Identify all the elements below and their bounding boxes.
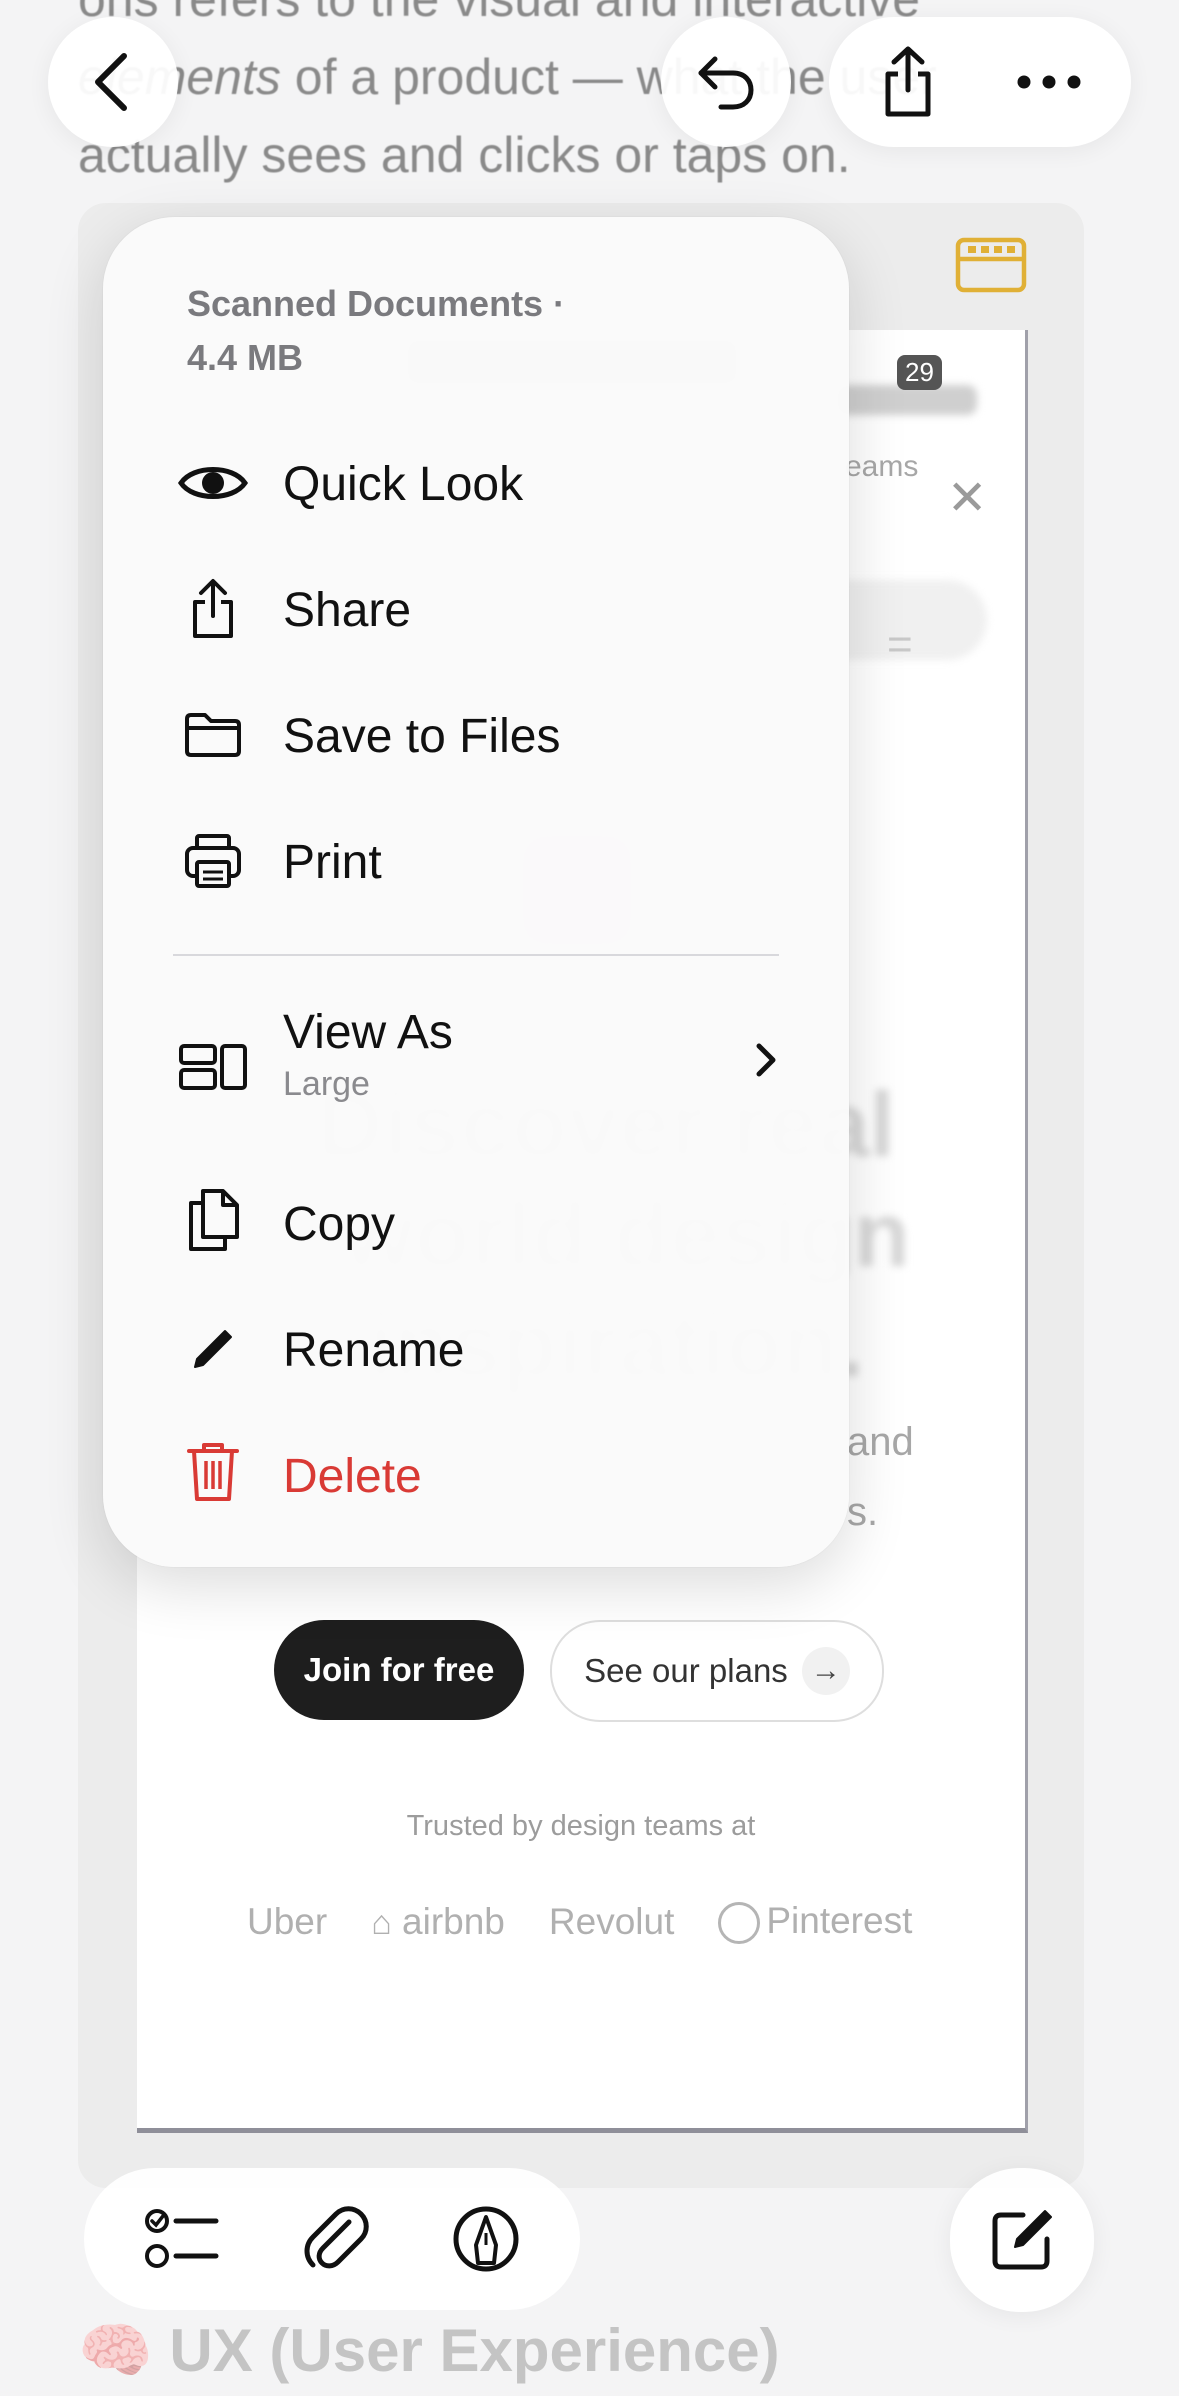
eye-icon bbox=[173, 443, 253, 523]
markup-button[interactable] bbox=[452, 2205, 520, 2273]
menu-item-quick-look[interactable]: Quick Look bbox=[103, 428, 849, 538]
arrow-right-icon: → bbox=[801, 1647, 850, 1695]
menu-header-title: Scanned Documents · bbox=[187, 283, 566, 324]
menu-label-print: Print bbox=[283, 836, 382, 889]
markup-pen-icon bbox=[453, 2206, 519, 2272]
bottom-toolbar bbox=[84, 2168, 580, 2310]
scan-plans-button: See our plans → bbox=[550, 1620, 884, 1722]
menu-item-save-to-files[interactable]: Save to Files bbox=[103, 680, 849, 790]
trash-icon bbox=[173, 1432, 253, 1512]
brain-emoji: 🧠 bbox=[78, 2317, 153, 2384]
chevron-right-icon bbox=[756, 1043, 776, 1077]
pencil-icon bbox=[173, 1309, 253, 1389]
scan-trusted-text: Trusted by design teams at bbox=[406, 1810, 756, 1842]
menu-sublabel-view-as: Large bbox=[283, 1065, 370, 1103]
more-button[interactable] bbox=[1014, 72, 1084, 92]
menu-header: Scanned Documents · 4.4 MB bbox=[187, 277, 565, 385]
chevron-left-icon bbox=[95, 53, 127, 111]
gallery-view-icon[interactable] bbox=[955, 237, 1027, 293]
scan-battery: 29 bbox=[897, 355, 942, 390]
scan-join-button: Join for free bbox=[274, 1620, 524, 1720]
next-section-heading: 🧠 UX (User Experience) bbox=[78, 2315, 780, 2386]
scan-plans-label: See our plans bbox=[584, 1652, 788, 1689]
scan-body-fragment-2: s. bbox=[847, 1490, 879, 1534]
more-icon bbox=[1017, 75, 1081, 89]
menu-label-copy: Copy bbox=[283, 1198, 396, 1251]
logo-uber: Uber bbox=[247, 1901, 328, 1943]
menu-item-print[interactable]: Print bbox=[103, 806, 849, 916]
next-heading-text: UX (User Experience) bbox=[169, 2317, 780, 2384]
undo-icon bbox=[698, 56, 754, 110]
context-menu: Scanned Documents · 4.4 MB Quick Look Sh… bbox=[103, 217, 849, 1567]
paperclip-icon bbox=[304, 2206, 369, 2269]
logo-airbnb: ⌂ airbnb bbox=[371, 1901, 505, 1943]
scan-menu-icon: = bbox=[887, 620, 913, 669]
menu-item-delete[interactable]: Delete bbox=[103, 1420, 849, 1530]
logo-pinterest: Pinterest bbox=[718, 1900, 912, 1945]
logo-revolut: Revolut bbox=[548, 1901, 675, 1943]
compose-icon bbox=[992, 2210, 1052, 2270]
checklist-icon bbox=[144, 2209, 219, 2268]
menu-label-save-to-files: Save to Files bbox=[283, 710, 561, 763]
printer-icon bbox=[173, 821, 253, 901]
top-action-pill bbox=[829, 17, 1131, 147]
view-as-icon bbox=[173, 1027, 253, 1107]
menu-item-rename[interactable]: Rename bbox=[103, 1294, 849, 1404]
scan-close-icon: ✕ bbox=[947, 472, 988, 525]
copy-icon bbox=[173, 1180, 253, 1260]
menu-label-view-as: View As bbox=[283, 1006, 453, 1059]
checklist-button[interactable] bbox=[144, 2206, 220, 2272]
compose-button[interactable] bbox=[950, 2168, 1094, 2312]
menu-header-size: 4.4 MB bbox=[187, 337, 304, 378]
undo-button[interactable] bbox=[661, 17, 791, 147]
scan-logo-row: Uber ⌂ airbnb Revolut Pinterest bbox=[247, 1900, 912, 1945]
menu-item-share[interactable]: Share bbox=[103, 554, 849, 664]
back-button[interactable] bbox=[48, 17, 178, 147]
menu-label-quick-look: Quick Look bbox=[283, 458, 524, 511]
menu-item-view-as[interactable]: View As Large bbox=[103, 997, 849, 1137]
attach-button[interactable] bbox=[303, 2204, 369, 2274]
folder-icon bbox=[173, 695, 253, 775]
menu-label-delete: Delete bbox=[283, 1450, 422, 1503]
share-icon bbox=[173, 569, 253, 649]
scan-body-fragment-1: and bbox=[847, 1420, 914, 1464]
share-icon bbox=[885, 46, 931, 117]
scan-tab-fragment: eams bbox=[845, 450, 919, 483]
menu-separator bbox=[173, 954, 779, 956]
menu-item-copy[interactable]: Copy bbox=[103, 1168, 849, 1278]
menu-label-rename: Rename bbox=[283, 1324, 465, 1377]
menu-label-share: Share bbox=[283, 584, 412, 637]
share-button[interactable] bbox=[876, 44, 940, 120]
